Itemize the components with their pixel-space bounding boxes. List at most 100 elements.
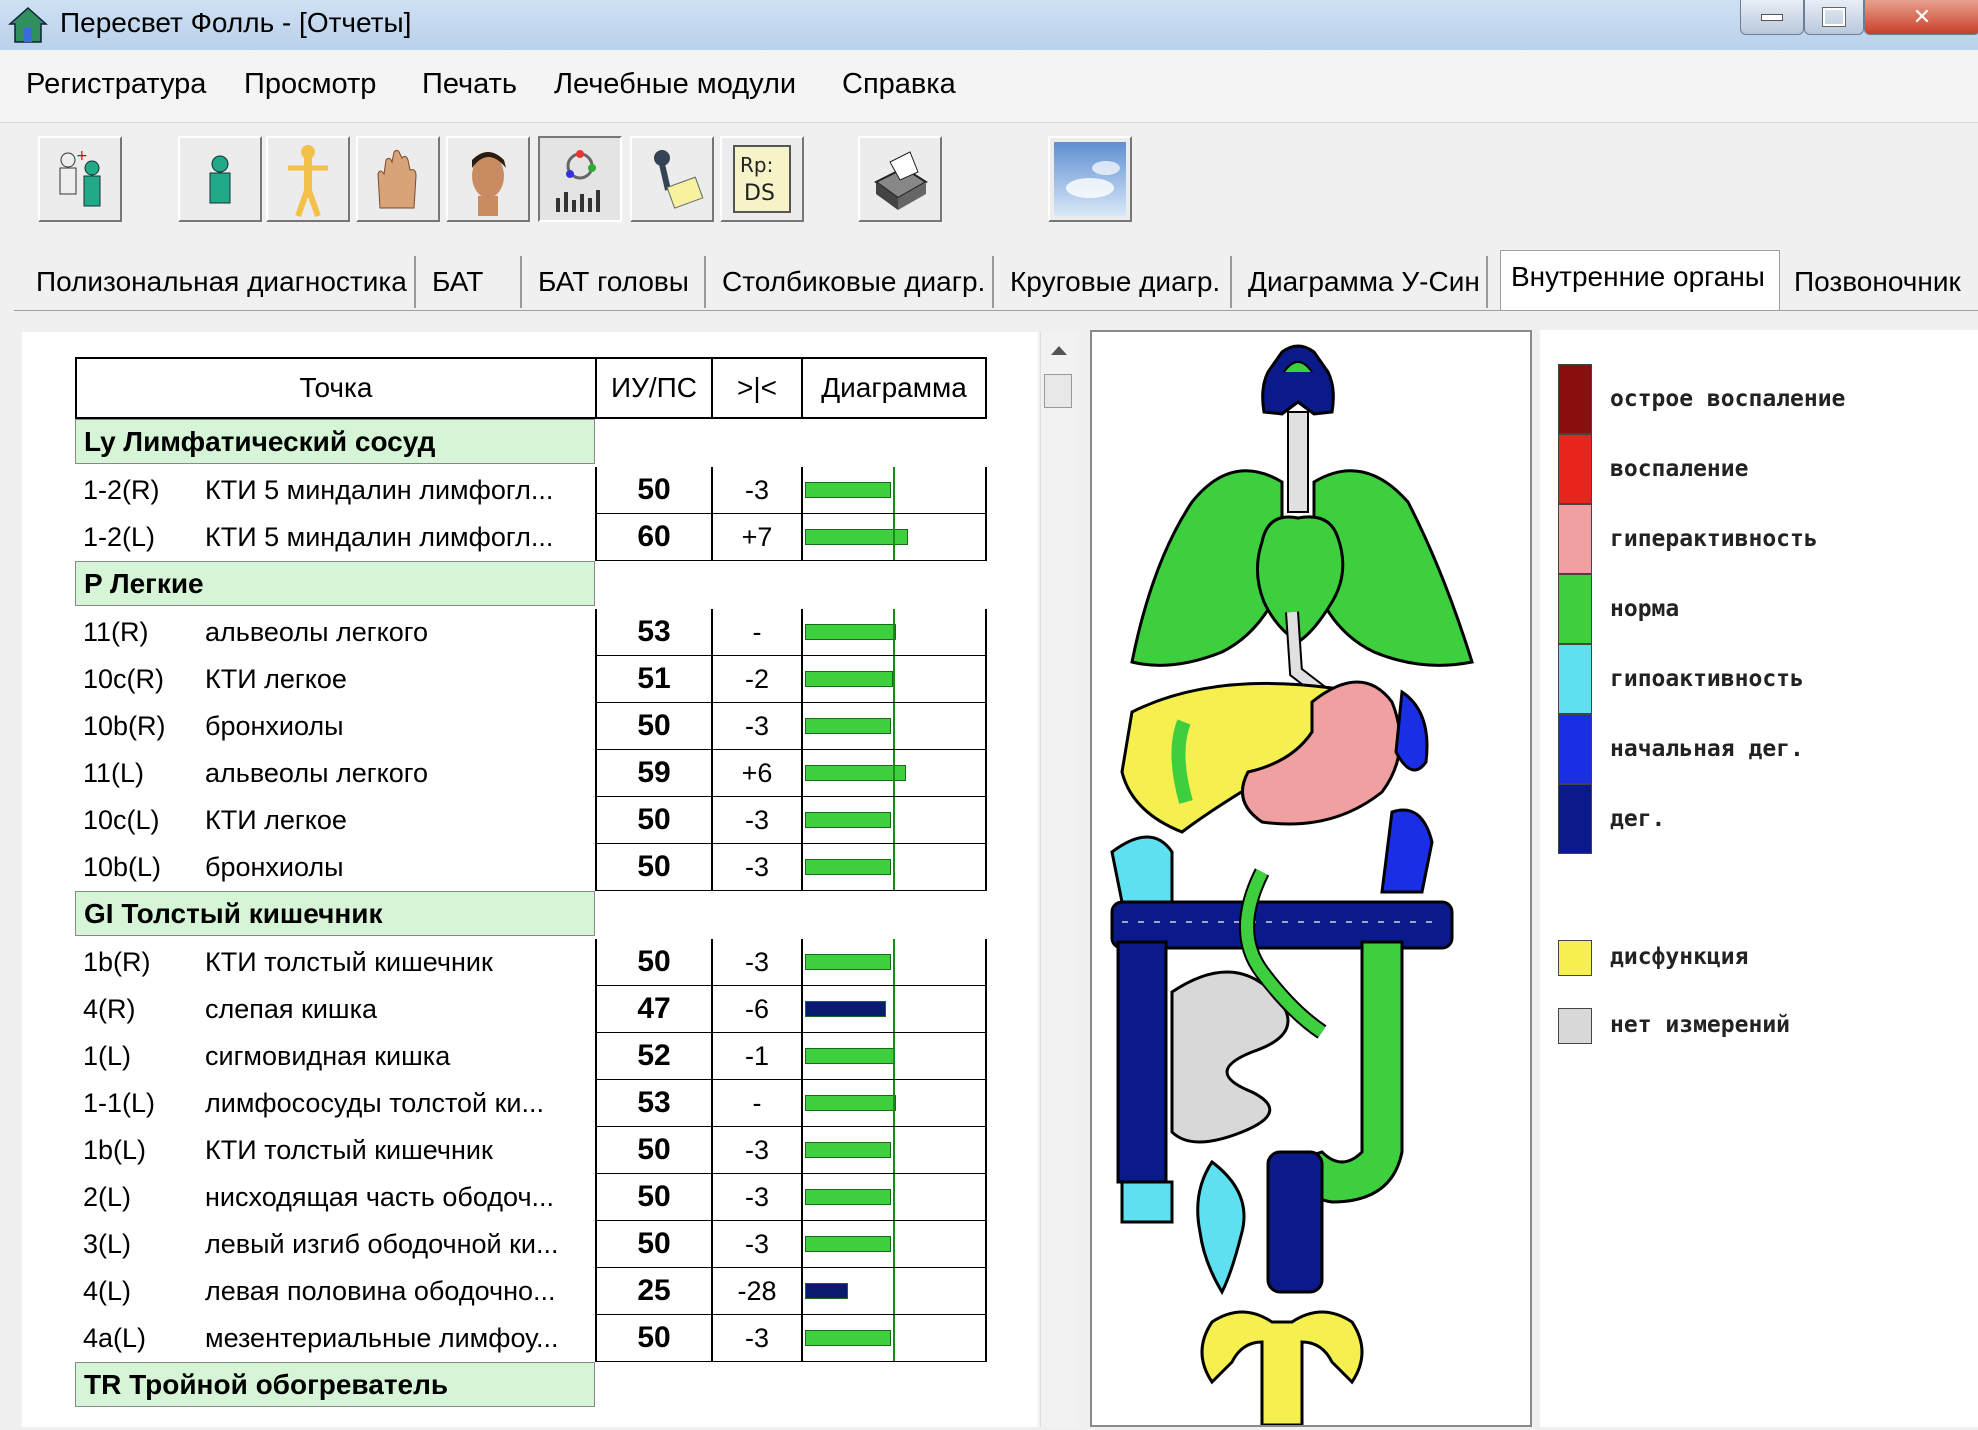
head-icon	[472, 152, 506, 216]
diff-value: -3	[711, 939, 801, 986]
table-row[interactable]: 10c(L) КТИ легкое 50 -3	[75, 797, 987, 844]
diff-value: -3	[711, 1221, 801, 1268]
toolbar-button-image[interactable]	[1048, 136, 1132, 222]
table-row[interactable]: 3(L) левый изгиб ободочной ки... 50 -3	[75, 1221, 987, 1268]
menu-help[interactable]: Справка	[842, 68, 956, 101]
point-name: бронхиолы	[205, 852, 344, 882]
value-bar	[805, 1142, 891, 1158]
norm-marker	[893, 514, 895, 560]
diagram-cell	[801, 609, 987, 656]
menu-registratura[interactable]: Регистратура	[26, 68, 206, 101]
point-code: 10c(L)	[83, 805, 160, 835]
diagram-cell	[801, 1221, 987, 1268]
menu-print[interactable]: Печать	[422, 68, 517, 101]
diagram-cell	[801, 1080, 987, 1127]
table-row[interactable]: 11(R) альвеолы легкого 53-	[75, 609, 987, 656]
legend-swatch	[1558, 434, 1592, 504]
table-row[interactable]: 1b(R) КТИ толстый кишечник 50 -3	[75, 939, 987, 986]
point-code: 1b(R)	[83, 947, 151, 977]
group-header: Ly Лимфатический сосуд	[75, 419, 595, 464]
diagram-cell	[801, 797, 987, 844]
point-name: КТИ толстый кишечник	[205, 1135, 493, 1165]
toolbar-button-print[interactable]	[858, 136, 942, 222]
diagram-cell	[801, 514, 987, 561]
table-row[interactable]: 1-2(L) КТИ 5 миндалин лимфогл... 60 +7	[75, 514, 987, 561]
table-row[interactable]: 1-1(L) лимфососуды толстой ки... 53-	[75, 1080, 987, 1127]
diff-value: -	[711, 1080, 801, 1127]
value-bar	[805, 671, 893, 687]
tab-bar-diagrams[interactable]: Столбиковые диагр.	[712, 256, 994, 308]
toolbar-button-prescription[interactable]: Rp: DS	[720, 136, 804, 222]
table-row[interactable]: 1b(L) КТИ толстый кишечник 50 -3	[75, 1127, 987, 1174]
diagram-cell	[801, 467, 987, 514]
legend-swatch	[1558, 364, 1592, 434]
legend-swatch	[1558, 504, 1592, 574]
table-row[interactable]: 4(L) левая половина ободочно... 25 -28	[75, 1268, 987, 1315]
toolbar-button-hand[interactable]	[356, 136, 440, 222]
legend-swatch	[1558, 940, 1592, 976]
internal-organs-diagram	[1090, 330, 1532, 1427]
toolbar-button-head[interactable]	[446, 136, 530, 222]
tab-polyzonal[interactable]: Полизональная диагностика	[26, 256, 416, 308]
diagram-cell	[801, 656, 987, 703]
norm-marker	[893, 609, 895, 655]
tab-pie-diagrams[interactable]: Круговые диагр.	[1000, 256, 1232, 308]
app-house-icon[interactable]	[8, 6, 48, 44]
minimize-button[interactable]	[1740, 0, 1804, 35]
point-code: 1-2(L)	[83, 522, 156, 552]
toolbar-button-person[interactable]	[178, 136, 262, 222]
table-row[interactable]: 11(L) альвеолы легкого 59 +6	[75, 750, 987, 797]
point-name: мезентериальные лимфоу...	[205, 1323, 559, 1353]
iu-value: 52	[595, 1033, 711, 1080]
diff-value: +6	[711, 750, 801, 797]
color-legend	[1540, 330, 1978, 1427]
point-code: 4a(L)	[83, 1323, 147, 1353]
diff-value: -2	[711, 656, 801, 703]
tab-bat-head[interactable]: БАТ головы	[528, 256, 706, 308]
header-point: Точка	[75, 357, 595, 419]
point-code: 1-2(R)	[83, 475, 160, 505]
table-row[interactable]: 10b(L) бронхиолы 50 -3	[75, 844, 987, 891]
legend-swatch	[1558, 644, 1592, 714]
svg-text:Rp:: Rp:	[740, 153, 773, 177]
iu-value: 50	[595, 1174, 711, 1221]
norm-marker	[893, 1221, 895, 1267]
organ-cecum	[1120, 1180, 1174, 1224]
point-name: лимфососуды толстой ки...	[205, 1088, 545, 1118]
toolbar-button-body-points[interactable]	[266, 136, 350, 222]
toolbar-button-patients[interactable]: +	[38, 136, 122, 222]
menu-treatment-modules[interactable]: Лечебные модули	[554, 68, 796, 101]
legend-label: гипоактивность	[1610, 666, 1804, 692]
table-row[interactable]: 2(L) нисходящая часть ободоч... 50 -3	[75, 1174, 987, 1221]
tab-spine[interactable]: Позвоночник	[1784, 256, 1978, 308]
patients-icon: +	[59, 148, 101, 207]
menu-view[interactable]: Просмотр	[244, 68, 376, 101]
iu-value: 53	[595, 609, 711, 656]
table-scrollbar[interactable]	[1040, 332, 1077, 1427]
diagram-cell	[801, 1174, 987, 1221]
table-row[interactable]: 1-2(R) КТИ 5 миндалин лимфогл... 50 -3	[75, 467, 987, 514]
scroll-thumb[interactable]	[1044, 374, 1072, 408]
diagram-cell	[801, 939, 987, 986]
table-row[interactable]: 10c(R) КТИ легкое 51 -2	[75, 656, 987, 703]
table-row[interactable]: 1(L) сигмовидная кишка 52 -1	[75, 1033, 987, 1080]
table-row[interactable]: 4(R) слепая кишка 47 -6	[75, 986, 987, 1033]
toolbar-button-reports[interactable]	[538, 136, 622, 222]
legend-label: нет измерений	[1610, 1012, 1791, 1038]
diagram-cell	[801, 1127, 987, 1174]
close-button[interactable]: ✕	[1864, 0, 1978, 35]
tab-wu-xing[interactable]: Диаграмма У-Син	[1238, 256, 1488, 308]
point-code: 4(L)	[83, 1276, 132, 1306]
table-row[interactable]: 4a(L) мезентериальные лимфоу... 50 -3	[75, 1315, 987, 1362]
toolbar-button-measure[interactable]	[630, 136, 714, 222]
scroll-up-arrow-icon[interactable]	[1051, 346, 1067, 355]
diagram-cell	[801, 844, 987, 891]
norm-marker	[893, 703, 895, 749]
iu-value: 25	[595, 1268, 711, 1315]
table-row[interactable]: 10b(R) бронхиолы 50 -3	[75, 703, 987, 750]
maximize-button[interactable]	[1804, 0, 1864, 35]
diff-value: -3	[711, 1127, 801, 1174]
tab-bat[interactable]: БАТ	[422, 256, 522, 308]
tab-internal-organs[interactable]: Внутренние органы	[1500, 250, 1780, 310]
legend-label: дег.	[1610, 806, 1666, 832]
